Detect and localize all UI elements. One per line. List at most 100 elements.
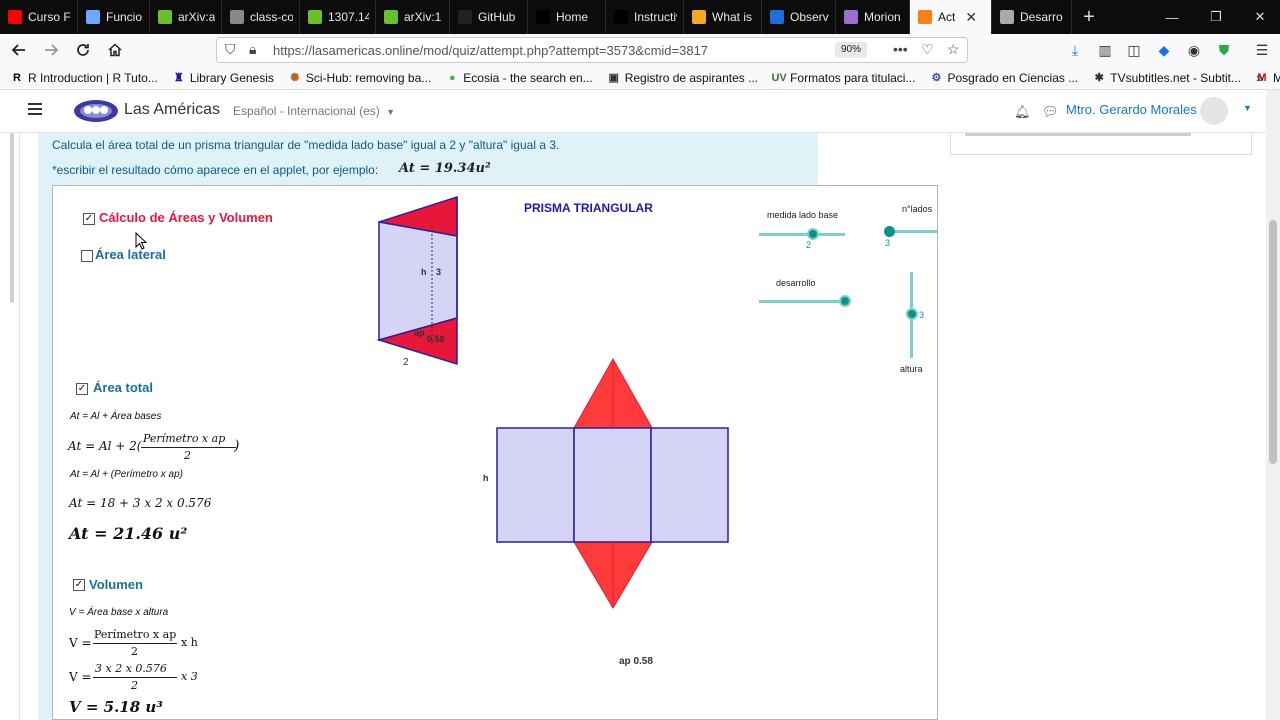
slider-lados-value: 3 xyxy=(885,238,891,248)
bookmark-item[interactable]: ▣ Registro de aspirantes ... xyxy=(607,71,758,85)
browser-tab[interactable]: Instructivo xyxy=(606,0,684,34)
bookmark-item[interactable]: ⚙ Posgrado en Ciencias ... xyxy=(929,71,1079,85)
user-menu-name[interactable]: Mtro. Gerardo Morales xyxy=(1066,102,1197,117)
bookmarks-overflow-icon[interactable]: » xyxy=(1256,70,1263,85)
bookmark-favicon-icon: ▣ xyxy=(608,72,619,84)
browser-tab-title: Curso F xyxy=(28,10,71,24)
slider-desarrollo-track[interactable] xyxy=(759,300,847,303)
browser-tab[interactable]: GitHub xyxy=(450,0,528,34)
language-selector[interactable]: Español - Internacional (es) ▼ xyxy=(233,104,395,118)
browser-tab[interactable]: Home xyxy=(528,0,606,34)
download-icon[interactable]: ⤓ xyxy=(1063,38,1087,62)
bookmark-item[interactable]: UV Formatos para titulaci... xyxy=(771,71,915,85)
zoom-level-badge[interactable]: 90% xyxy=(835,42,868,58)
site-name[interactable]: Las Américas xyxy=(124,101,220,119)
slider-base-track[interactable] xyxy=(759,233,845,236)
pocket-icon[interactable]: ♡ xyxy=(921,41,934,58)
adblock-shield-icon[interactable]: ⛊ xyxy=(1212,38,1236,62)
slider-lados-handle[interactable] xyxy=(884,226,895,237)
bookmark-star-icon[interactable]: ☆ xyxy=(947,41,960,58)
bookmark-label: Ecosia - the search en... xyxy=(463,70,593,85)
geogebra-applet[interactable]: ✓ Cálculo de Áreas y Volumen Área latera… xyxy=(52,185,938,720)
bookmark-item[interactable]: ✺ Sci-Hub: removing ba... xyxy=(288,71,431,85)
bookmark-label: Registro de aspirantes ... xyxy=(624,70,759,85)
bookmark-item[interactable]: ✱ TVsubtitles.net - Subtit... xyxy=(1092,71,1241,85)
question-text: Calcula el área total de un prisma trian… xyxy=(52,138,560,152)
checkbox-area-lateral[interactable] xyxy=(81,250,93,262)
site-logo-icon[interactable] xyxy=(73,98,119,124)
volumen-label: Volumen xyxy=(89,577,143,592)
close-tab-icon[interactable]: ✕ xyxy=(965,9,977,26)
closing-paren: ) xyxy=(234,438,240,454)
browser-tab[interactable]: Act ✕ xyxy=(910,0,992,34)
area-total-label: Área total xyxy=(93,380,153,395)
back-arrow-icon[interactable] xyxy=(5,36,33,64)
net-h-label: h xyxy=(483,473,489,483)
avatar[interactable] xyxy=(1200,97,1228,125)
browser-tab[interactable]: 1307.14 xyxy=(300,0,376,34)
slider-base-handle[interactable] xyxy=(807,228,819,240)
browser-tab[interactable]: Curso F xyxy=(0,0,78,34)
total-formula-2-numerator: Perímetro x ap xyxy=(143,432,226,445)
shield-icon[interactable]: ⛉ xyxy=(225,41,236,58)
left-scrollbar-thumb[interactable] xyxy=(10,133,14,303)
prism-h-label: h xyxy=(421,267,427,277)
bookmark-favicon-icon: ✱ xyxy=(1094,72,1104,84)
bookmark-label: R Introduction | R Tuto... xyxy=(28,70,158,85)
arxiv-icon xyxy=(308,10,322,24)
minimize-window-button[interactable]: — xyxy=(1150,0,1194,34)
browser-tab-title: What is xyxy=(712,10,753,24)
spinner-icon xyxy=(844,10,858,24)
bookmark-favicon-icon: ♜ xyxy=(173,72,184,84)
extension-icon[interactable]: ◆ xyxy=(1152,38,1176,62)
slider-altura-handle[interactable] xyxy=(906,308,918,320)
menu-hamburger-icon[interactable]: ☰ xyxy=(1250,38,1274,62)
reload-icon[interactable] xyxy=(69,36,97,64)
home-icon[interactable] xyxy=(101,36,129,64)
messages-icon[interactable]: 💬︎ xyxy=(1042,104,1059,120)
right-block-panel xyxy=(950,133,1252,155)
account-icon[interactable]: ◉ xyxy=(1182,38,1206,62)
new-tab-button[interactable]: + xyxy=(1072,0,1106,34)
sidebar-icon[interactable]: ◫ xyxy=(1122,38,1146,62)
bookmark-item[interactable]: ● Ecosia - the search en... xyxy=(445,70,593,85)
prism-base-value: 2 xyxy=(403,357,409,368)
browser-tab[interactable]: Observ xyxy=(762,0,836,34)
total-formula-1: At = Al + Área bases xyxy=(70,411,162,422)
bookmark-item[interactable]: ♜ Library Genesis xyxy=(172,71,274,85)
forward-arrow-icon[interactable] xyxy=(37,36,65,64)
fraction-bar xyxy=(141,447,236,448)
checkbox-area-total[interactable]: ✓ xyxy=(76,383,88,395)
total-formula-4: At = 18 + 3 x 2 x 0.576 xyxy=(69,496,212,510)
checkbox-volumen[interactable]: ✓ xyxy=(73,579,85,591)
link-icon xyxy=(86,10,100,24)
user-menu-chevron-icon[interactable]: ▼ xyxy=(1243,103,1252,113)
nav-drawer-hamburger-icon[interactable] xyxy=(28,103,42,115)
browser-tab-strip: Curso F Funcio arXiv:a class-code. 1307.14 ar… xyxy=(0,0,1280,34)
browser-tab[interactable]: Morion xyxy=(836,0,910,34)
page-actions-icon[interactable]: ••• xyxy=(893,41,908,57)
bookmark-label: MEGA xyxy=(1272,70,1280,85)
notifications-bell-icon[interactable]: 🔔︎ xyxy=(1014,104,1031,120)
address-bar[interactable]: ⛉ 🔒︎ https://lasamericas.online/mod/quiz… xyxy=(216,37,968,63)
maximize-window-button[interactable]: ❐ xyxy=(1194,0,1238,34)
browser-tab[interactable]: class-code. xyxy=(222,0,300,34)
bookmark-item[interactable]: R R Introduction | R Tuto... xyxy=(10,71,158,85)
close-window-button[interactable]: ✕ xyxy=(1238,0,1280,34)
slider-desarrollo-handle[interactable] xyxy=(839,295,851,307)
browser-tab-title: arXiv:1 xyxy=(404,10,442,24)
browser-tab[interactable]: What is xyxy=(684,0,762,34)
browser-tab[interactable]: Desarro xyxy=(992,0,1072,34)
browser-tab[interactable]: Funcio xyxy=(78,0,150,34)
lock-icon[interactable]: 🔒︎ xyxy=(249,41,256,58)
total-formula-2-lhs: At = Al + 2( xyxy=(68,439,142,453)
library-icon[interactable]: ▥ xyxy=(1093,38,1117,62)
github-icon xyxy=(458,10,472,24)
page-scrollbar-thumb[interactable] xyxy=(1269,220,1277,464)
browser-tab[interactable]: arXiv:a xyxy=(150,0,222,34)
bookmarks-bar: R R Introduction | R Tuto... ♜ Library Gene… xyxy=(0,66,1280,90)
slider-lados-track[interactable] xyxy=(889,230,937,233)
checkbox-calculo[interactable]: ✓ xyxy=(83,213,95,225)
browser-tab[interactable]: arXiv:1 xyxy=(376,0,450,34)
page-vertical-scrollbar[interactable] xyxy=(1266,90,1280,720)
